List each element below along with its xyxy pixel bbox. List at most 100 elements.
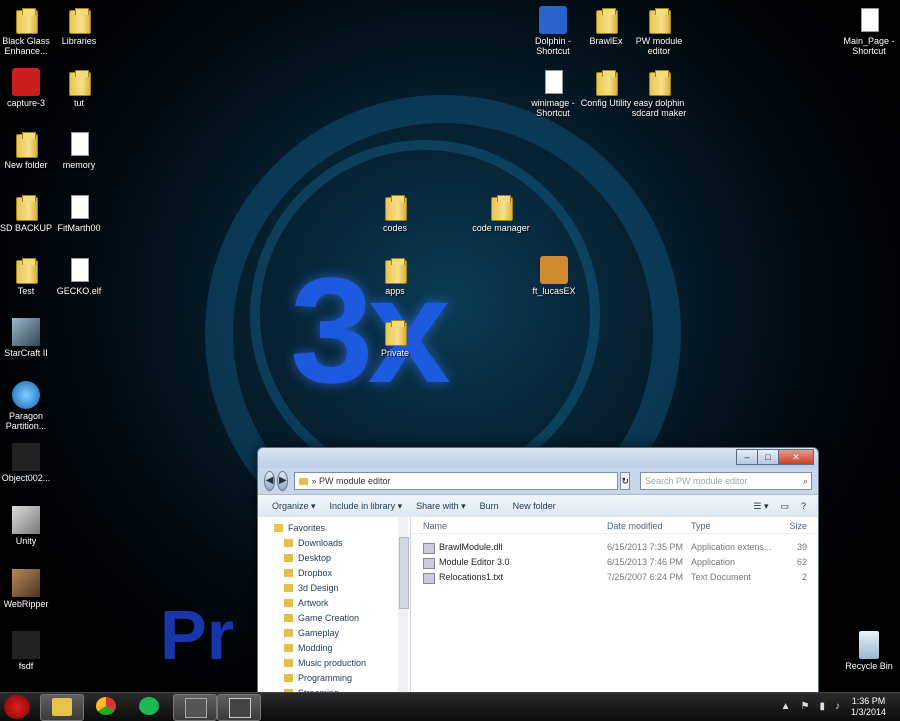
folder-icon — [12, 130, 40, 158]
desktop-icon[interactable]: code manager — [466, 193, 536, 233]
maximize-button[interactable]: □ — [757, 449, 779, 465]
minimize-button[interactable]: – — [736, 449, 758, 465]
file-icon — [423, 543, 435, 554]
nav-item[interactable]: Music production — [258, 656, 410, 671]
start-button[interactable] — [4, 695, 30, 719]
desktop-icon[interactable]: easy dolphin sdcard maker — [624, 68, 694, 118]
burn-button[interactable]: Burn — [480, 501, 499, 511]
app-icon — [12, 631, 40, 659]
desktop-icon[interactable]: FitMarth00 — [44, 193, 114, 233]
taskbar-spotify[interactable] — [128, 694, 170, 719]
taskbar-module-editor[interactable] — [217, 694, 261, 721]
nav-item[interactable]: Artwork — [258, 596, 410, 611]
folder-icon — [381, 193, 409, 221]
explorer-icon — [52, 698, 72, 716]
desktop-icon-label: Unity — [15, 536, 37, 546]
network-icon[interactable]: ▮ — [819, 701, 825, 712]
flag-icon[interactable]: ⚑ — [801, 701, 810, 712]
folder-icon — [284, 674, 293, 682]
nav-item[interactable]: Modding — [258, 641, 410, 656]
desktop-icon[interactable]: Recycle Bin — [834, 631, 900, 671]
new-folder-button[interactable]: New folder — [513, 501, 556, 511]
desktop-icon[interactable]: Main_Page - Shortcut — [834, 6, 900, 56]
desktop-icon[interactable]: Object002... — [0, 443, 61, 483]
desktop-icon[interactable]: codes — [360, 193, 430, 233]
volume-icon[interactable]: ♪ — [835, 701, 840, 712]
desktop-icon[interactable]: memory — [44, 130, 114, 170]
refresh-button[interactable]: ↻ — [620, 472, 630, 490]
file-size: 2 — [801, 572, 807, 582]
file-name: Relocations1.txt — [411, 570, 607, 585]
file-row[interactable]: Module Editor 3.0 6/15/2013 7:46 PM Applic… — [411, 555, 818, 570]
search-input[interactable]: Search PW module editor ⌕ — [639, 472, 812, 490]
folder-icon — [12, 256, 40, 284]
desktop-icon[interactable]: GECKO.elf — [44, 256, 114, 296]
column-name[interactable]: Name — [411, 519, 607, 533]
nav-item[interactable]: Downloads — [258, 536, 410, 551]
nav-item-label: Programming — [298, 673, 353, 683]
desktop-icon[interactable]: WebRipper — [0, 569, 61, 609]
desktop-icon[interactable]: apps — [360, 256, 430, 296]
nav-item[interactable]: 3d Design — [258, 581, 410, 596]
forward-button[interactable]: ▶ — [277, 471, 289, 491]
file-size: 62 — [796, 557, 807, 567]
desktop-icon[interactable]: fsdf — [0, 631, 61, 671]
back-button[interactable]: ◀ — [264, 471, 276, 491]
desktop-icon-label: Paragon Partition... — [5, 411, 47, 431]
column-date[interactable]: Date modified — [607, 519, 691, 533]
folder-icon — [284, 584, 293, 592]
close-button[interactable]: ✕ — [778, 449, 814, 465]
desktop-icon[interactable]: Unity — [0, 506, 61, 546]
file-size: 39 — [796, 542, 807, 552]
nav-item[interactable]: Game Creation — [258, 611, 410, 626]
share-with-button[interactable]: Share with ▾ — [416, 501, 466, 512]
preview-pane-icon[interactable]: ▭ — [780, 501, 789, 512]
explorer-window[interactable]: – □ ✕ ◀ ▶ » PW module editor ↻ Search PW… — [257, 447, 819, 694]
folder-icon — [592, 68, 620, 96]
window-titlebar[interactable]: – □ ✕ — [258, 448, 818, 468]
nav-item[interactable]: Dropbox — [258, 566, 410, 581]
column-type[interactable]: Type — [691, 519, 777, 533]
clock[interactable]: 1:36 PM 1/3/2014 — [851, 696, 886, 718]
taskbar-explorer[interactable] — [40, 694, 84, 721]
desktop-icon[interactable]: Libraries — [44, 6, 114, 46]
desktop-icon-label: WebRipper — [3, 599, 49, 609]
desktop-icon[interactable]: Private — [360, 318, 430, 358]
desktop-icon-label: GECKO.elf — [56, 286, 102, 296]
desktop-icon[interactable]: ft_lucasEX — [519, 256, 589, 296]
nav-item-label: Dropbox — [298, 568, 333, 578]
nav-item-label: Modding — [298, 643, 333, 653]
nav-item[interactable]: Gameplay — [258, 626, 410, 641]
nav-item[interactable]: Favorites — [258, 521, 410, 536]
taskbar: ▲ ⚑ ▮ ♪ 1:36 PM 1/3/2014 — [0, 692, 900, 721]
search-icon: ⌕ — [802, 476, 808, 486]
nav-item[interactable]: Desktop — [258, 551, 410, 566]
file-icon — [855, 6, 883, 34]
clock-date: 1/3/2014 — [850, 707, 886, 717]
desktop-icon-label: ft_lucasEX — [532, 286, 576, 296]
help-icon[interactable]: ? — [801, 501, 806, 512]
file-icon — [65, 256, 93, 284]
show-hidden-icons-icon[interactable]: ▲ — [781, 701, 791, 712]
scrollbar-thumb[interactable] — [399, 537, 409, 609]
taskbar-chrome[interactable] — [85, 694, 127, 719]
desktop-icon[interactable]: PW module editor — [624, 6, 694, 56]
nav-item[interactable]: Programming — [258, 671, 410, 686]
organize-button[interactable]: Organize ▾ — [272, 501, 316, 512]
file-list: Name Date modified Type Size BrawlModule… — [411, 517, 818, 693]
file-row[interactable]: BrawlModule.dll 6/15/2013 7:35 PM Applicat… — [411, 540, 818, 555]
navigation-scrollbar[interactable] — [398, 517, 409, 693]
view-options-icon[interactable]: ☰ ▾ — [753, 501, 768, 512]
desktop-icon[interactable]: StarCraft II — [0, 318, 61, 358]
taskbar-dolphin[interactable] — [173, 694, 217, 721]
desktop-icon[interactable]: Paragon Partition... — [0, 381, 61, 431]
navigation-pane: Favorites Downloads Desktop Dropbox 3d Desig… — [258, 517, 411, 693]
folder-icon — [284, 644, 293, 652]
include-in-library-button[interactable]: Include in library ▾ — [330, 501, 403, 512]
desktop-icon-label: PW module editor — [635, 36, 683, 56]
clock-time: 1:36 PM — [851, 696, 886, 706]
address-bar[interactable]: » PW module editor — [294, 472, 619, 490]
file-row[interactable]: Relocations1.txt 7/25/2007 6:24 PM Text Do… — [411, 570, 818, 585]
column-size[interactable]: Size — [777, 519, 807, 533]
desktop-icon[interactable]: tut — [44, 68, 114, 108]
